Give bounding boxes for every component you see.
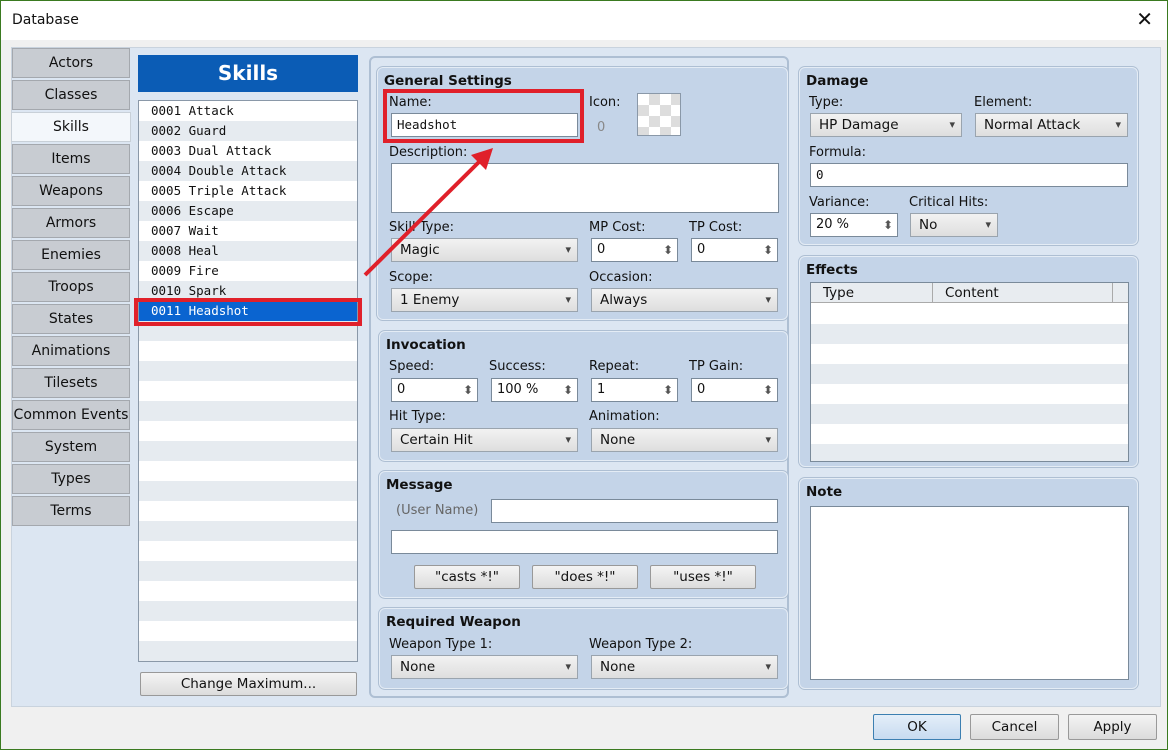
database-window: Database ✕ Actors Classes Skills Items Weapo… [1, 1, 1167, 749]
annotation-arrow [363, 148, 493, 277]
